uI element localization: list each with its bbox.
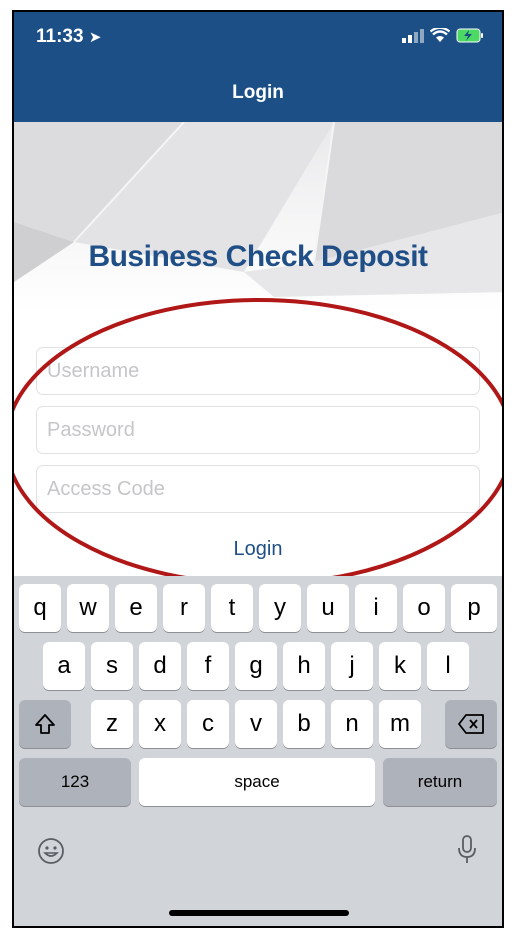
key-p[interactable]: p [451, 584, 497, 632]
shift-icon [35, 714, 55, 734]
key-j[interactable]: j [331, 642, 373, 690]
key-s[interactable]: s [91, 642, 133, 690]
username-field[interactable] [36, 347, 480, 395]
key-n[interactable]: n [331, 700, 373, 748]
key-a[interactable]: a [43, 642, 85, 690]
password-input[interactable] [47, 419, 469, 442]
username-input[interactable] [47, 360, 469, 383]
access-code-input[interactable] [47, 478, 469, 501]
return-key[interactable]: return [383, 758, 497, 806]
login-button[interactable]: Login [14, 538, 502, 561]
key-d[interactable]: d [139, 642, 181, 690]
backspace-key[interactable] [445, 700, 497, 748]
key-l[interactable]: l [427, 642, 469, 690]
key-e[interactable]: e [115, 584, 157, 632]
banner-background [14, 122, 502, 312]
wifi-icon [430, 28, 450, 42]
header: 11:33 ➤ Login [14, 12, 502, 122]
signal-icon [402, 28, 424, 43]
key-z[interactable]: z [91, 700, 133, 748]
key-x[interactable]: x [139, 700, 181, 748]
nav-title: Login [232, 82, 284, 103]
space-key[interactable]: space [139, 758, 375, 806]
emoji-icon[interactable] [36, 836, 66, 866]
brand-title: Business Check Deposit [88, 240, 428, 273]
key-t[interactable]: t [211, 584, 253, 632]
numbers-key[interactable]: 123 [19, 758, 131, 806]
key-q[interactable]: q [19, 584, 61, 632]
key-i[interactable]: i [355, 584, 397, 632]
home-indicator [169, 910, 349, 916]
access-code-field[interactable] [36, 465, 480, 513]
status-time: 11:33 ➤ [36, 26, 101, 48]
microphone-icon[interactable] [456, 834, 478, 866]
key-f[interactable]: f [187, 642, 229, 690]
key-b[interactable]: b [283, 700, 325, 748]
status-time-text: 11:33 [36, 26, 84, 47]
battery-charging-icon [456, 28, 483, 43]
keyboard: q w e r t y u i o p a s d f g h j k l z … [14, 576, 502, 926]
key-u[interactable]: u [307, 584, 349, 632]
key-c[interactable]: c [187, 700, 229, 748]
key-k[interactable]: k [379, 642, 421, 690]
status-icons [402, 28, 484, 43]
banner-graphic [14, 122, 502, 297]
shift-key[interactable] [19, 700, 71, 748]
key-r[interactable]: r [163, 584, 205, 632]
key-y[interactable]: y [259, 584, 301, 632]
key-v[interactable]: v [235, 700, 277, 748]
password-field[interactable] [36, 406, 480, 454]
key-m[interactable]: m [379, 700, 421, 748]
backspace-icon [458, 714, 484, 734]
key-g[interactable]: g [235, 642, 277, 690]
key-h[interactable]: h [283, 642, 325, 690]
key-w[interactable]: w [67, 584, 109, 632]
location-arrow-icon: ➤ [88, 29, 102, 46]
phone-frame: 11:33 ➤ Login Business Check Deposit Use… [12, 10, 504, 928]
key-o[interactable]: o [403, 584, 445, 632]
